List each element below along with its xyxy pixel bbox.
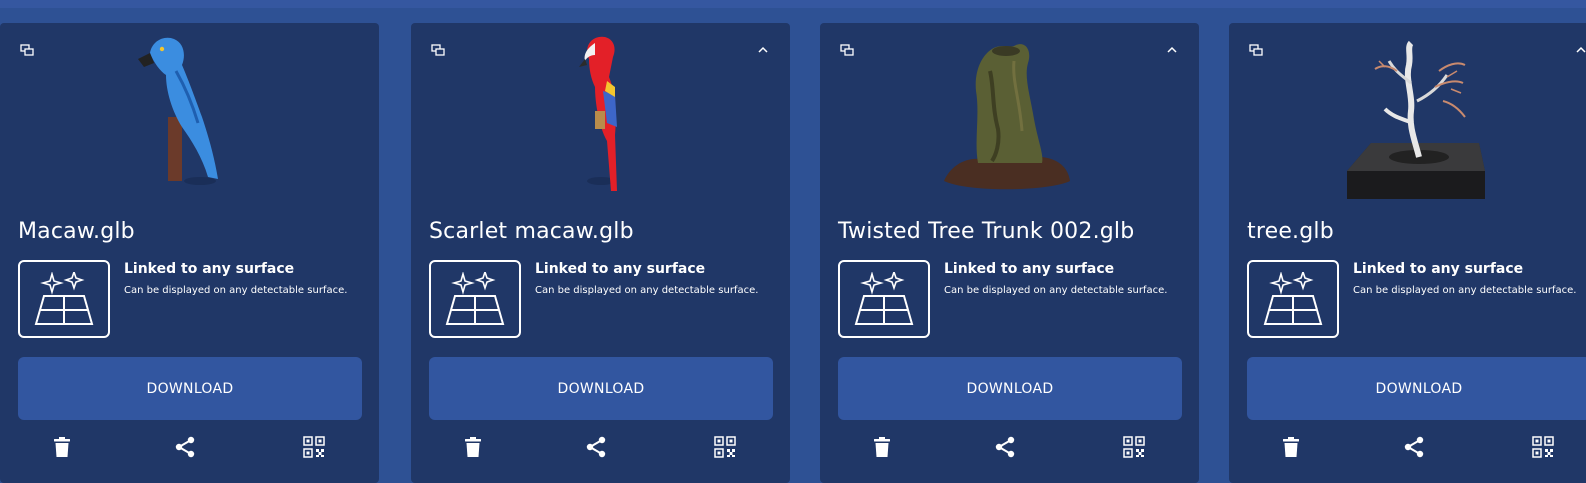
model-card: Twisted Tree Trunk 002.glb Linked to any… — [820, 23, 1199, 483]
surface-sparkle-icon — [445, 272, 505, 325]
model-name: Twisted Tree Trunk 002.glb — [838, 219, 1135, 244]
surface-link-icon-box — [18, 260, 110, 338]
surface-link-title: Linked to any surface — [535, 261, 706, 277]
share-icon[interactable] — [993, 435, 1017, 459]
trash-icon[interactable] — [50, 435, 74, 459]
model-card: Macaw.glb Linked to any surface Can be d… — [0, 23, 379, 483]
trash-icon[interactable] — [461, 435, 485, 459]
download-button[interactable]: DOWNLOAD — [18, 357, 362, 420]
share-icon[interactable] — [584, 435, 608, 459]
download-button[interactable]: DOWNLOAD — [1247, 357, 1586, 420]
qr-code-icon[interactable] — [713, 435, 737, 459]
chevron-up-icon[interactable] — [756, 43, 770, 57]
model-card: tree.glb Linked to any surface Can be di… — [1229, 23, 1586, 483]
surface-link-description: Can be displayed on any detectable surfa… — [535, 285, 759, 296]
chat-icon[interactable] — [840, 43, 856, 59]
model-thumbnail-scarlet-macaw — [579, 36, 617, 192]
surface-link-icon-box — [429, 260, 521, 338]
chat-icon[interactable] — [20, 43, 36, 59]
model-name: Scarlet macaw.glb — [429, 219, 634, 244]
top-bar — [0, 0, 1586, 8]
surface-link-icon-box — [1247, 260, 1339, 338]
trash-icon[interactable] — [1279, 435, 1303, 459]
model-name: tree.glb — [1247, 219, 1334, 244]
model-thumbnail-tree-trunk — [944, 44, 1070, 190]
surface-link-title: Linked to any surface — [1353, 261, 1524, 277]
chevron-up-icon[interactable] — [1574, 43, 1586, 57]
download-button[interactable]: DOWNLOAD — [429, 357, 773, 420]
surface-link-description: Can be displayed on any detectable surfa… — [124, 285, 348, 296]
surface-link-description: Can be displayed on any detectable surfa… — [1353, 285, 1577, 296]
model-thumbnail-blue-macaw — [138, 37, 218, 185]
model-card: Scarlet macaw.glb Linked to any surface … — [411, 23, 790, 483]
qr-code-icon[interactable] — [302, 435, 326, 459]
surface-link-title: Linked to any surface — [124, 261, 295, 277]
surface-sparkle-icon — [854, 272, 914, 325]
qr-code-icon[interactable] — [1122, 435, 1146, 459]
chat-icon[interactable] — [431, 43, 447, 59]
surface-sparkle-icon — [1263, 272, 1323, 325]
surface-sparkle-icon — [34, 272, 94, 325]
surface-link-icon-box — [838, 260, 930, 338]
surface-link-title: Linked to any surface — [944, 261, 1115, 277]
trash-icon[interactable] — [870, 435, 894, 459]
chevron-up-icon[interactable] — [1165, 43, 1179, 57]
share-icon[interactable] — [173, 435, 197, 459]
qr-code-icon[interactable] — [1531, 435, 1555, 459]
surface-link-description: Can be displayed on any detectable surfa… — [944, 285, 1168, 296]
download-button[interactable]: DOWNLOAD — [838, 357, 1182, 420]
model-thumbnail-bonsai-tree — [1347, 40, 1485, 199]
share-icon[interactable] — [1402, 435, 1426, 459]
model-name: Macaw.glb — [18, 219, 135, 244]
chat-icon[interactable] — [1249, 43, 1265, 59]
